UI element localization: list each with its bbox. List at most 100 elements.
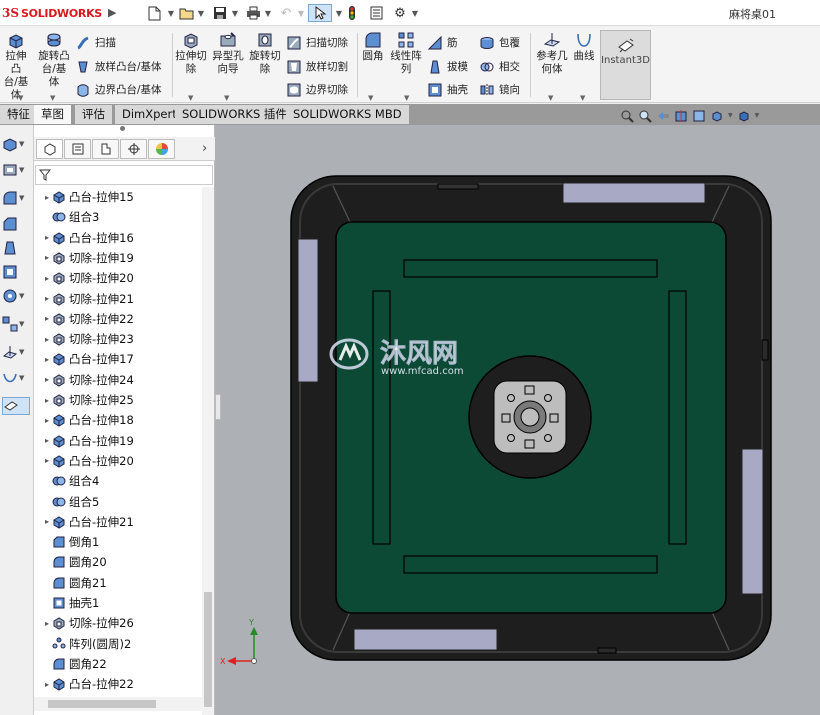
tree-node[interactable]: ▸ 凸台-拉伸15 [34, 187, 202, 207]
reference-plane-icon[interactable]: ▼ [2, 343, 30, 361]
tree-filter-field[interactable] [35, 165, 213, 185]
boundary-boss-button[interactable]: 边界凸台/基体 [76, 82, 162, 97]
dropdown-caret-icon[interactable]: ▼ [755, 112, 760, 119]
tree-node[interactable]: 圆角21 [34, 573, 202, 593]
curves-button[interactable]: 曲线 [572, 31, 596, 63]
tree-node[interactable]: ▸ 凸台-拉伸19 [34, 431, 202, 451]
zoom-to-fit-icon[interactable] [620, 109, 634, 123]
tab-features[interactable]: 特征 [0, 105, 38, 124]
wrap-button[interactable]: 包覆 [480, 35, 520, 50]
menu-expand-icon[interactable]: ▶ [108, 6, 116, 19]
tree-node[interactable]: ▸ 凸台-拉伸20 [34, 451, 202, 471]
expand-arrow-icon[interactable]: ▸ [34, 335, 52, 344]
loft-button[interactable]: 放样凸台/基体 [76, 59, 162, 74]
solidworks-logo[interactable]: 3S SOLIDWORKS [2, 3, 104, 23]
expand-arrow-icon[interactable]: ▸ [34, 456, 52, 465]
tab-sketch[interactable]: 草图 [34, 105, 72, 124]
drawer-panel-bottom[interactable] [353, 628, 498, 651]
tree-node[interactable]: 组合3 [34, 207, 202, 227]
tree-vertical-scrollbar[interactable] [202, 187, 214, 715]
expand-arrow-icon[interactable]: ▸ [34, 233, 52, 242]
drawer-panel-top[interactable] [562, 182, 706, 204]
dropdown-caret-icon[interactable]: ▼ [728, 112, 733, 119]
drawer-panel-left[interactable] [297, 238, 319, 383]
tree-node[interactable]: 倒角1 [34, 532, 202, 552]
tree-node[interactable]: 圆角22 [34, 654, 202, 674]
previous-view-icon[interactable] [656, 109, 670, 123]
curve-icon[interactable]: ▼ [2, 369, 30, 387]
tree-node[interactable]: 抽壳1 [34, 593, 202, 613]
expand-arrow-icon[interactable]: ▸ [34, 436, 52, 445]
expand-arrow-icon[interactable]: ▸ [34, 294, 52, 303]
tree-node[interactable]: ▸ 切除-拉伸19 [34, 248, 202, 268]
options-gear-icon[interactable]: ⚙ [392, 4, 408, 22]
sweep-button[interactable]: 扫描 [76, 35, 116, 50]
tree-node[interactable]: 圆角20 [34, 552, 202, 572]
drawer-panel-right[interactable] [741, 448, 764, 595]
featuremanager-tree-icon[interactable] [36, 139, 63, 159]
tree-node[interactable]: 阵列(圆周)2 [34, 634, 202, 654]
dropdown-caret-icon[interactable]: ▼ [580, 94, 585, 102]
dropdown-caret-icon[interactable]: ▼ [548, 94, 553, 102]
options-dropdown-icon[interactable]: ▼ [410, 4, 418, 22]
panel-collapse-handle[interactable] [215, 394, 221, 420]
linear-pattern-button[interactable]: 线性阵 列 [388, 31, 424, 76]
swept-cut-button[interactable]: 扫描切除 [287, 35, 348, 50]
configuration-manager-icon[interactable] [92, 139, 119, 159]
expand-arrow-icon[interactable]: ▸ [34, 680, 52, 689]
tree-node[interactable]: ▸ 凸台-拉伸21 [34, 512, 202, 532]
tree-node[interactable]: ▸ 切除-拉伸26 [34, 613, 202, 633]
expand-arrow-icon[interactable]: ▸ [34, 253, 52, 262]
extrude-boss-icon[interactable]: ▼ [2, 135, 30, 153]
expand-arrow-icon[interactable]: ▸ [34, 314, 52, 323]
revolve-boss-button[interactable]: 旋转凸 台/基 体 [38, 31, 70, 89]
tree-node[interactable]: ▸ 凸台-拉伸18 [34, 410, 202, 430]
hole-wizard-button[interactable]: 异型孔 向导 [211, 31, 245, 76]
rebuild-icon[interactable] [346, 4, 358, 22]
tree-node[interactable]: ▸ 切除-拉伸24 [34, 370, 202, 390]
tree-node[interactable]: ▸ 切除-拉伸21 [34, 289, 202, 309]
expand-arrow-icon[interactable]: ▸ [34, 517, 52, 526]
tab-solidworks-mbd[interactable]: SOLIDWORKS MBD [286, 105, 410, 124]
panel-grip-icon[interactable] [120, 126, 125, 131]
dropdown-caret-icon[interactable]: ▼ [404, 94, 409, 102]
new-dropdown-icon[interactable]: ▼ [166, 4, 174, 22]
expand-arrow-icon[interactable]: ▸ [34, 619, 52, 628]
save-dropdown-icon[interactable]: ▼ [230, 4, 238, 22]
open-dropdown-icon[interactable]: ▼ [196, 4, 204, 22]
expand-arrow-icon[interactable]: ▸ [34, 396, 52, 405]
dropdown-caret-icon[interactable]: ▼ [18, 94, 23, 102]
dropdown-caret-icon[interactable]: ▼ [224, 94, 229, 102]
revolve-cut-button[interactable]: 旋转切 除 [248, 31, 282, 76]
draft-button[interactable]: 拔模 [428, 59, 468, 74]
display-style-icon[interactable] [737, 109, 751, 123]
rib-button[interactable]: 筋 [428, 35, 458, 50]
tree-node[interactable]: ▸ 凸台-拉伸22 [34, 674, 202, 694]
tree-node[interactable]: ▸ 切除-拉伸23 [34, 329, 202, 349]
tree-horizontal-scrollbar[interactable] [34, 697, 202, 711]
scrollbar-thumb[interactable] [204, 592, 212, 707]
view-orientation-icon[interactable] [710, 109, 724, 123]
dynamic-annotation-icon[interactable] [692, 109, 706, 123]
tab-solidworks-addins[interactable]: SOLIDWORKS 插件 [175, 105, 295, 124]
print-icon[interactable] [245, 4, 261, 22]
instant3d-icon[interactable] [2, 397, 30, 415]
property-manager-icon[interactable] [64, 139, 91, 159]
dimxpert-manager-icon[interactable] [120, 139, 147, 159]
section-view-icon[interactable] [674, 109, 688, 123]
instant3d-button[interactable]: Instant3D [600, 30, 651, 100]
expand-arrow-icon[interactable]: ▸ [34, 375, 52, 384]
zoom-to-area-icon[interactable] [638, 109, 652, 123]
undo-dropdown-icon[interactable]: ▼ [296, 4, 304, 22]
extrude-boss-button[interactable]: 拉伸凸 台/基 体 [2, 31, 30, 102]
tree-node[interactable]: ▸ 凸台-拉伸16 [34, 228, 202, 248]
boundary-cut-button[interactable]: 边界切除 [287, 82, 348, 97]
select-tool-icon[interactable] [308, 4, 332, 22]
draft-icon[interactable] [2, 239, 30, 257]
pattern-icon[interactable]: ▼ [2, 315, 30, 333]
fillet-button[interactable]: 圆角 [361, 31, 385, 63]
expand-arrow-icon[interactable]: ▸ [34, 274, 52, 283]
save-icon[interactable] [212, 4, 228, 22]
chamfer-icon[interactable] [2, 215, 30, 233]
tree-node[interactable]: 组合4 [34, 471, 202, 491]
